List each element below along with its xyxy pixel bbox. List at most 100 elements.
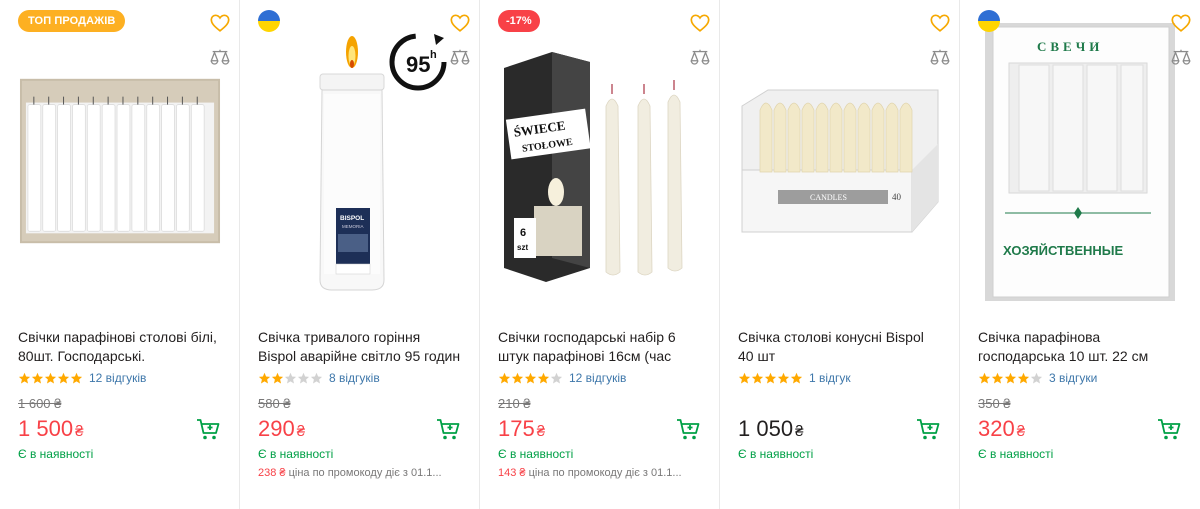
rating-stars [258,372,323,385]
price: 290 ₴ [258,416,305,442]
heart-icon[interactable] [449,12,471,34]
currency: ₴ [75,423,84,440]
swiece-stolowe-pack-image: ŚWIECE STOŁOWE 6 szt [504,52,683,282]
currency: ₴ [536,423,546,440]
reviews-link[interactable]: 1 відгук [809,371,851,385]
star-icon [271,372,284,383]
rating-stars [18,372,83,385]
heart-icon[interactable] [209,12,231,34]
cone-candles-box-image: CANDLES 40 [741,89,939,233]
old-price: 350 ₴ [978,396,1011,411]
promo-price: 238 ₴ ціна по промокоду діє з 01.1... [258,467,458,479]
star-icon [978,372,991,383]
reviews-link[interactable]: 12 відгуків [569,371,626,385]
star-icon [57,372,70,383]
household-candles-box-image: СВЕЧИ ХОЗЯЙСТВЕННЫЕ [985,23,1175,301]
reviews-link[interactable]: 12 відгуків [89,371,146,385]
promo-price-value: 238 ₴ [258,467,286,479]
svg-text:h: h [430,49,437,61]
cart-icon[interactable] [1156,416,1182,442]
heart-icon[interactable] [689,12,711,34]
compare-icon[interactable] [449,47,471,69]
rating-stars [978,372,1043,385]
cart-icon[interactable] [195,416,221,442]
svg-text:6: 6 [520,227,526,239]
bispol-jar-candle-image: 95 h BISPOL MEMORIA [319,33,447,291]
star-icon [31,372,44,383]
product-card[interactable]: 95 h BISPOL MEMORIA Свічка тривалого гор… [240,0,480,509]
star-icon [790,372,803,383]
price: 175 ₴ [498,416,545,442]
price: 320 ₴ [978,416,1025,442]
svg-text:szt: szt [517,243,528,252]
reviews-link[interactable]: 3 відгуки [1049,371,1097,385]
promo-price-value: 143 ₴ [498,467,526,479]
star-icon [498,372,511,383]
product-image[interactable] [18,12,222,312]
star-icon [764,372,777,383]
product-card[interactable]: ТОП ПРОДАЖІВ Свічки парафінові столові б… [0,0,240,509]
product-card[interactable]: СВЕЧИ ХОЗЯЙСТВЕННЫЕ Свічка парафінова го… [960,0,1200,509]
product-title[interactable]: Свічка столові конусні Bispol 40 шт [738,328,942,366]
star-icon [1017,372,1030,383]
product-title[interactable]: Свічки господарські набір 6 штук парафін… [498,328,702,366]
star-icon [18,372,31,383]
svg-text:CANDLES: CANDLES [810,193,847,202]
price: 1 500 ₴ [18,416,83,442]
svg-text:MEMORIA: MEMORIA [342,224,364,229]
star-icon [738,372,751,383]
product-card[interactable]: CANDLES 40 Свічка столові конусні Bispol… [720,0,960,509]
product-image[interactable]: CANDLES 40 [738,12,942,312]
currency: ₴ [296,423,306,440]
stock-status: Є в наявності [258,447,334,461]
compare-icon[interactable] [209,47,231,69]
product-image[interactable]: 95 h BISPOL MEMORIA [258,12,462,312]
old-price: 210 ₴ [498,396,531,411]
cart-icon[interactable] [915,416,941,442]
price-value: 175 [498,416,535,441]
product-title[interactable]: Свічка парафінова господарська 10 шт. 22… [978,328,1182,366]
price-value: 290 [258,416,295,441]
heart-icon[interactable] [1170,12,1192,34]
rating: 8 відгуків [258,370,380,386]
old-price: 580 ₴ [258,396,291,411]
star-icon [751,372,764,383]
price-value: 1 050 [738,416,794,441]
ukraine-flag-icon [978,10,1000,32]
rating-stars [738,372,803,385]
svg-text:СВЕЧИ: СВЕЧИ [1037,39,1103,54]
star-icon [44,372,57,383]
star-icon [70,372,83,383]
star-icon [550,372,563,383]
rating: 3 відгуки [978,370,1097,386]
product-image[interactable]: СВЕЧИ ХОЗЯЙСТВЕННЫЕ [978,12,1182,312]
cart-icon[interactable] [675,416,701,442]
stock-status: Є в наявності [498,447,574,461]
price-value: 320 [978,416,1015,441]
svg-text:40: 40 [892,192,902,202]
product-title[interactable]: Свічки парафінові столові білі, 80шт. Го… [18,328,222,366]
star-icon [537,372,550,383]
compare-icon[interactable] [689,47,711,69]
hours-badge: 95 h [389,33,447,91]
box-of-white-candles-image [19,78,221,244]
product-card[interactable]: -17% ŚWIECE STOŁOWE 6 szt Свічки господа… [480,0,720,509]
currency: ₴ [795,423,804,440]
price-value: 1 500 [18,416,74,441]
stock-status: Є в наявності [738,447,814,461]
compare-icon[interactable] [929,47,951,69]
heart-icon[interactable] [929,12,951,34]
star-icon [991,372,1004,383]
price: 1 050 ₴ [738,416,803,442]
cart-icon[interactable] [435,416,461,442]
product-image[interactable]: ŚWIECE STOŁOWE 6 szt [498,12,702,312]
star-icon [310,372,323,383]
star-icon [777,372,790,383]
ukraine-flag-icon [258,10,280,32]
product-title[interactable]: Свічка тривалого горіння Bispol аварійне… [258,328,462,366]
reviews-link[interactable]: 8 відгуків [329,371,380,385]
star-icon [284,372,297,383]
compare-icon[interactable] [1170,47,1192,69]
promo-text: ціна по промокоду діє з 01.1... [285,467,442,479]
top-sales-badge: ТОП ПРОДАЖІВ [18,10,126,32]
